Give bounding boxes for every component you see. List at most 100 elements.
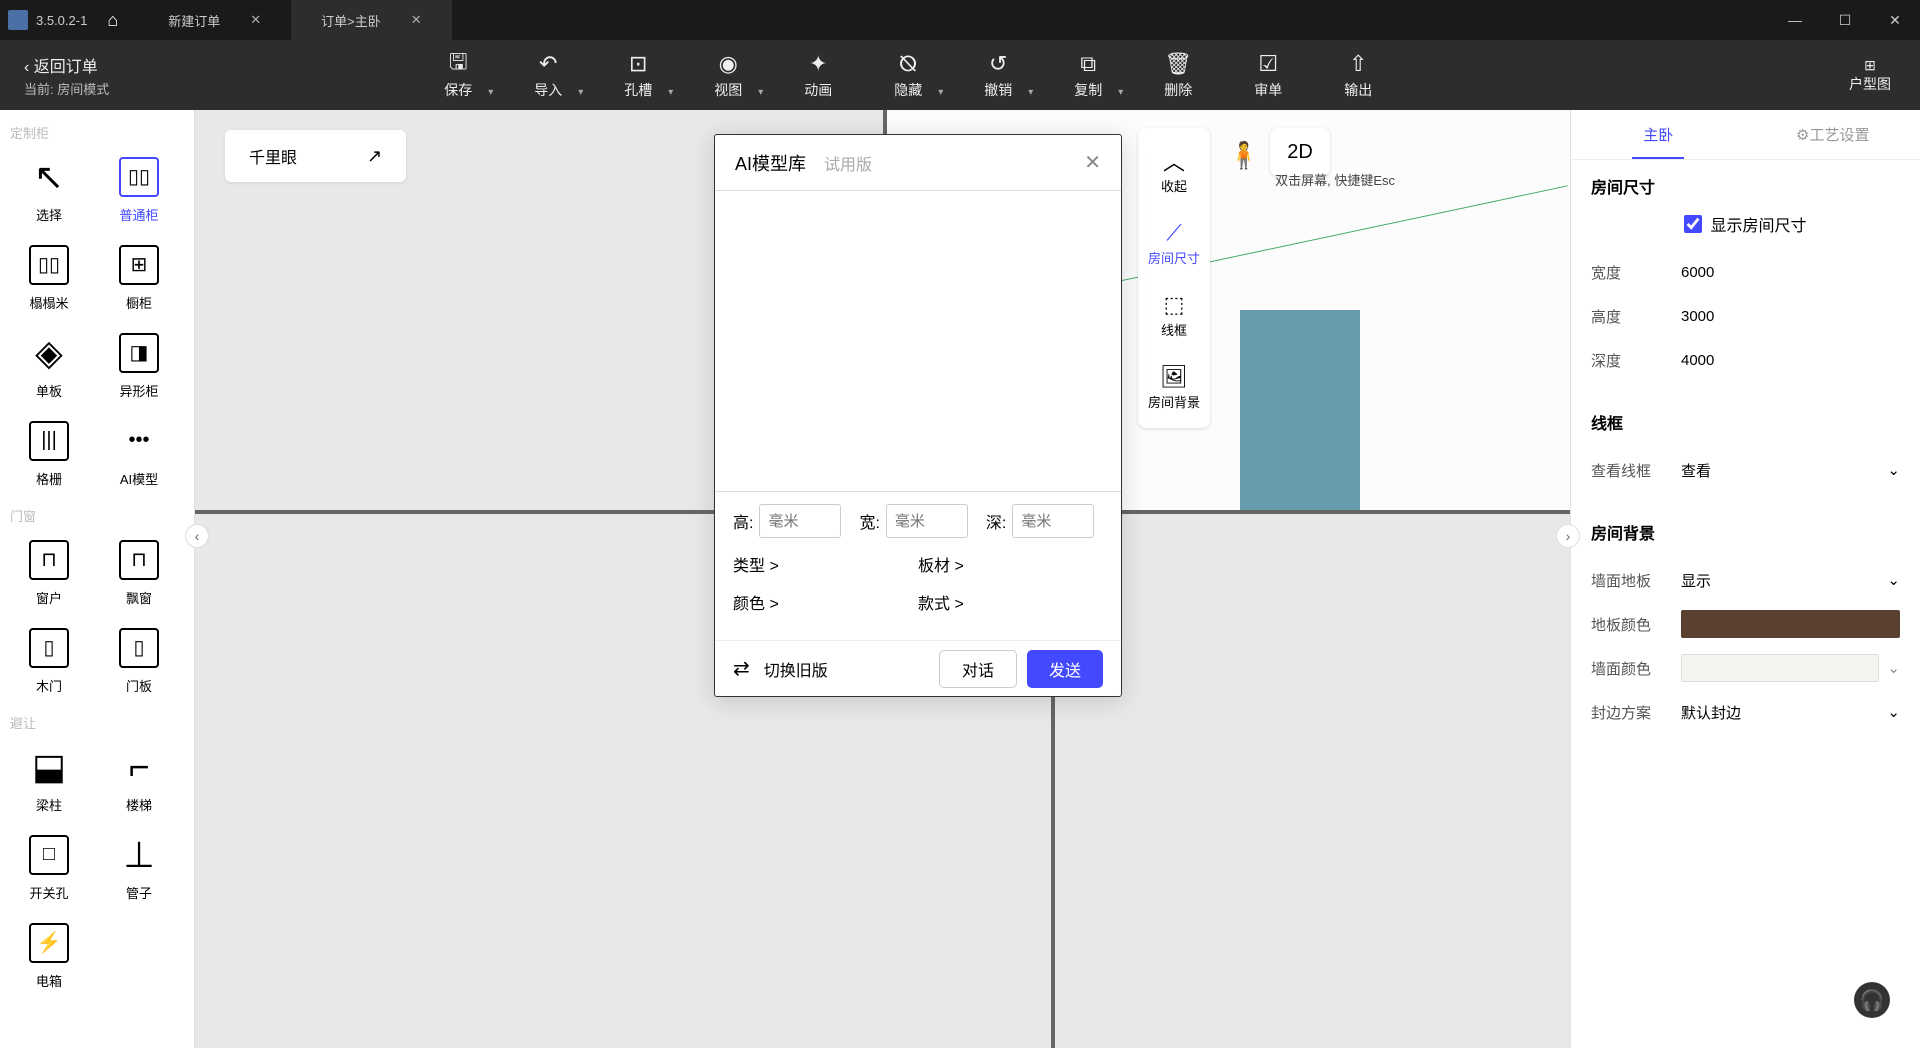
wallfloor-row: 墙面地板显示⌄: [1591, 558, 1900, 602]
tool-grid[interactable]: |||格栅: [4, 410, 94, 498]
switch-old-label[interactable]: 切换旧版: [764, 657, 828, 681]
viewwire-select[interactable]: 查看⌄: [1681, 453, 1900, 487]
modal-inputs: 高: 宽: 深: 类型 > 板材 > 颜色 > 款式 >: [715, 491, 1121, 640]
tab-order-room[interactable]: 订单>主卧 ✕: [291, 0, 452, 40]
board-option[interactable]: 板材 >: [918, 552, 1103, 576]
collapse-right-handle[interactable]: ›: [1556, 524, 1580, 548]
cabinet-3d-object[interactable]: [1240, 310, 1360, 510]
chevron-down-icon: ⌄: [1887, 571, 1900, 589]
edge-row: 封边方案默认封边⌄: [1591, 690, 1900, 734]
edge-select[interactable]: 默认封边⌄: [1681, 695, 1900, 729]
grid-icon: |||: [29, 421, 69, 461]
ai-icon: •••: [119, 421, 159, 461]
home-icon[interactable]: ⌂: [107, 10, 118, 31]
tool-kitchen[interactable]: ⊞橱柜: [94, 234, 184, 322]
roombg-tool[interactable]: 🖼房间背景: [1138, 350, 1210, 422]
tool-door[interactable]: ▯木门: [4, 617, 94, 705]
depth-label: 深:: [986, 509, 1006, 533]
send-button[interactable]: 发送: [1027, 650, 1103, 688]
copy-button[interactable]: ⧉复制: [1043, 40, 1133, 110]
tool-select[interactable]: ↖选择: [4, 146, 94, 234]
width-value[interactable]: 6000: [1681, 264, 1900, 281]
modal-subtitle: 试用版: [824, 151, 872, 175]
wireframe-tool[interactable]: ⬚线框: [1138, 278, 1210, 350]
tool-beam[interactable]: ⬓梁柱: [4, 736, 94, 824]
wallcolor-swatch[interactable]: [1681, 654, 1879, 682]
beam-icon: ⬓: [29, 747, 69, 787]
category-door: 门窗: [0, 498, 194, 529]
minimize-button[interactable]: —: [1770, 12, 1820, 28]
collapse-left-handle[interactable]: ‹: [185, 524, 209, 548]
hole-button[interactable]: ⊡孔槽: [593, 40, 683, 110]
tab-new-order[interactable]: 新建订单 ✕: [138, 0, 291, 40]
delete-button[interactable]: 🗑删除: [1133, 40, 1223, 110]
floorplan-button[interactable]: ⊞户型图: [1820, 57, 1920, 94]
height-input[interactable]: [759, 504, 841, 538]
show-room-checkbox[interactable]: [1684, 215, 1702, 233]
ai-model-modal: AI模型库 试用版 ✕ 高: 宽: 深: 类型 > 板材 > 颜色 > 款式 >…: [714, 134, 1122, 697]
close-icon[interactable]: ✕: [1084, 150, 1101, 175]
panel-icon: ◈: [29, 333, 69, 373]
width-row: 宽度6000: [1591, 250, 1900, 294]
tool-tatami[interactable]: ▯▯榻榻米: [4, 234, 94, 322]
tab-room[interactable]: 主卧: [1571, 110, 1746, 159]
floorcolor-swatch[interactable]: [1681, 610, 1900, 638]
window-icon: ⊓: [29, 540, 69, 580]
tool-switch[interactable]: □开关孔: [4, 824, 94, 912]
color-option[interactable]: 颜色 >: [733, 590, 918, 614]
type-option[interactable]: 类型 >: [733, 552, 918, 576]
close-icon[interactable]: ✕: [250, 12, 261, 28]
hide-button[interactable]: ⦰隐藏: [863, 40, 953, 110]
tool-window[interactable]: ⊓窗户: [4, 529, 94, 617]
back-to-order[interactable]: ‹ 返回订单 当前: 房间模式: [0, 40, 133, 110]
collapse-tool[interactable]: ︿收起: [1138, 134, 1210, 206]
qianli-button[interactable]: 千里眼 ↗: [225, 130, 406, 182]
export-button[interactable]: ⇧输出: [1313, 40, 1403, 110]
depth-input[interactable]: [1012, 504, 1094, 538]
save-button[interactable]: 🖫保存: [413, 40, 503, 110]
show-room-label: 显示房间尺寸: [1710, 212, 1806, 236]
close-button[interactable]: ✕: [1870, 12, 1920, 29]
show-room-size-row: 显示房间尺寸: [1591, 212, 1900, 236]
modal-body: [715, 191, 1121, 491]
stairs-icon: ⌐: [119, 747, 159, 787]
review-button[interactable]: ☑审单: [1223, 40, 1313, 110]
tool-cabinet[interactable]: ▯▯普通柜: [94, 146, 184, 234]
tool-panel[interactable]: ◈单板: [4, 322, 94, 410]
roomsize-tool[interactable]: ⟋房间尺寸: [1138, 206, 1210, 278]
tool-ai[interactable]: •••AI模型: [94, 410, 184, 498]
import-button[interactable]: ↶导入: [503, 40, 593, 110]
depth-value[interactable]: 4000: [1681, 352, 1900, 369]
modal-title: AI模型库: [735, 150, 806, 176]
mode-label: 当前: 房间模式: [24, 79, 109, 98]
person-icon[interactable]: 🧍: [1228, 140, 1260, 171]
external-link-icon: ↗: [367, 146, 382, 167]
wallfloor-select[interactable]: 显示⌄: [1681, 563, 1900, 597]
tool-pipe[interactable]: ⊥管子: [94, 824, 184, 912]
tool-ebox[interactable]: ⚡电箱: [4, 912, 94, 1000]
tab-label: 订单>主卧: [321, 11, 381, 30]
category-avoid: 避让: [0, 705, 194, 736]
modal-footer: ⇄ 切换旧版 对话 发送: [715, 640, 1121, 696]
tool-doorpanel[interactable]: ▯门板: [94, 617, 184, 705]
height-row: 高度3000: [1591, 294, 1900, 338]
chat-button[interactable]: 对话: [939, 650, 1017, 688]
view-button[interactable]: ◉视图: [683, 40, 773, 110]
tool-irregular[interactable]: ◨异形柜: [94, 322, 184, 410]
floating-toolbar: ︿收起 ⟋房间尺寸 ⬚线框 🖼房间背景: [1138, 128, 1210, 428]
height-value[interactable]: 3000: [1681, 308, 1900, 325]
undo-button[interactable]: ↺撤销: [953, 40, 1043, 110]
doorpanel-icon: ▯: [119, 628, 159, 668]
close-icon[interactable]: ✕: [411, 12, 422, 28]
style-option[interactable]: 款式 >: [918, 590, 1103, 614]
tool-bay[interactable]: ⊓飘窗: [94, 529, 184, 617]
maximize-button[interactable]: ☐: [1820, 12, 1870, 29]
gear-icon: ⚙: [1796, 126, 1809, 144]
tab-craft[interactable]: ⚙ 工艺设置: [1746, 110, 1920, 159]
floorplan-icon: ⊞: [1864, 57, 1876, 74]
width-input[interactable]: [886, 504, 968, 538]
tool-stairs[interactable]: ⌐楼梯: [94, 736, 184, 824]
support-button[interactable]: 🎧: [1854, 982, 1890, 1018]
anim-button[interactable]: ✦动画: [773, 40, 863, 110]
2d-toggle-button[interactable]: 2D: [1270, 128, 1330, 176]
